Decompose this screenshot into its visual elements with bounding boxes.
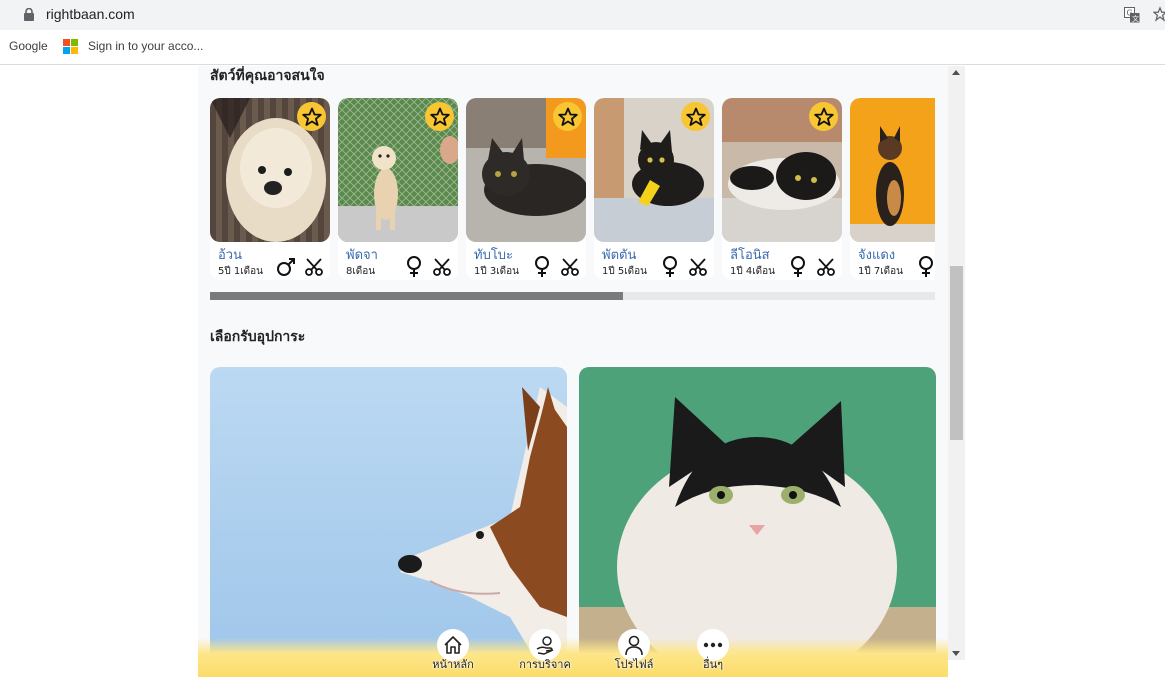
pet-card[interactable]: พัดจา 8เดือน	[338, 98, 458, 280]
bookmark-star-icon[interactable]	[1153, 6, 1165, 22]
pet-age: 1ปี 3เดือน	[474, 266, 520, 277]
svg-text:文: 文	[1132, 14, 1139, 23]
pet-name: อ้วน	[218, 248, 242, 263]
pet-card[interactable]: ลีโอนิส 1ปี 4เดือน	[722, 98, 842, 280]
star-icon	[429, 107, 450, 126]
nav-profile[interactable]: โปรไฟล์	[599, 629, 669, 677]
bookmarks-bar: Google Sign in to your acco...	[0, 30, 1165, 65]
female-icon	[535, 256, 549, 277]
nav-more[interactable]: อื่นๆ	[678, 629, 748, 677]
adopt-section-title: เลือกรับอุปการะ	[210, 329, 306, 345]
pet-photo	[466, 98, 586, 242]
carousel-scrollbar[interactable]	[210, 292, 935, 300]
female-icon	[407, 256, 421, 277]
nav-home[interactable]: หน้าหลัก	[418, 629, 488, 677]
pet-age: 8เดือน	[346, 266, 376, 277]
bookmark-google[interactable]: Google	[9, 39, 48, 53]
recommended-section-title: สัตว์ที่คุณอาจสนใจ	[210, 68, 325, 84]
pet-card[interactable]: พัตตัน 1ปี 5เดือน	[594, 98, 714, 280]
favorite-star-button[interactable]	[681, 102, 710, 131]
nav-more-label: อื่นๆ	[702, 658, 724, 671]
pet-photo	[210, 98, 330, 242]
pet-photo	[338, 98, 458, 242]
adopt-dog-banner[interactable]	[210, 367, 567, 667]
carousel-scrollbar-thumb[interactable]	[210, 292, 623, 300]
neutered-scissors-icon	[305, 258, 323, 276]
male-icon	[277, 258, 295, 276]
translate-icon[interactable]: G 文	[1124, 7, 1140, 23]
favorite-star-button[interactable]	[809, 102, 838, 131]
bottom-navigation: หน้าหลัก การบริจาค โปรไฟล์ อื่นๆ	[198, 629, 948, 677]
pet-card[interactable]: ทับโบะ 1ปี 3เดือน	[466, 98, 586, 280]
pet-name: พัดจา	[346, 248, 378, 263]
nav-home-label: หน้าหลัก	[432, 658, 474, 671]
favorite-star-button[interactable]	[553, 102, 582, 131]
address-bar[interactable]	[10, 2, 1150, 28]
pet-age: 1ปี 7เดือน	[858, 266, 904, 277]
star-icon	[813, 107, 834, 126]
neutered-scissors-icon	[817, 258, 835, 276]
neutered-scissors-icon	[689, 258, 707, 276]
neutered-scissors-icon	[561, 258, 579, 276]
page-content: สัตว์ที่คุณอาจสนใจ อ้วน 5ปี 1เดือน พัดจา…	[198, 66, 948, 677]
pet-card-carousel[interactable]: อ้วน 5ปี 1เดือน พัดจา 8เดือน ทับโบะ 1ปี …	[210, 98, 935, 284]
favorite-star-button[interactable]	[425, 102, 454, 131]
pet-age: 1ปี 4เดือน	[730, 266, 776, 277]
nav-donate[interactable]: การบริจาค	[510, 629, 580, 677]
female-icon	[791, 256, 805, 277]
pet-age: 5ปี 1เดือน	[218, 266, 264, 277]
neutered-scissors-icon	[433, 258, 451, 276]
nav-donate-label: การบริจาค	[519, 658, 571, 671]
url-text[interactable]: rightbaan.com	[46, 6, 135, 22]
star-icon	[685, 107, 706, 126]
pet-name: ทับโบะ	[474, 248, 514, 263]
scroll-up-arrow-icon[interactable]	[952, 70, 960, 75]
pet-age: 1ปี 5เดือน	[602, 266, 648, 277]
adopt-cat-banner[interactable]	[579, 367, 936, 667]
page-scrollbar[interactable]	[948, 66, 965, 660]
bookmark-sign-in[interactable]: Sign in to your acco...	[88, 39, 203, 53]
pet-photo	[850, 98, 935, 242]
pet-photo	[594, 98, 714, 242]
pet-name: ลีโอนิส	[730, 248, 770, 263]
pet-name: พัตตัน	[602, 248, 637, 263]
favorite-star-button[interactable]	[297, 102, 326, 131]
browser-toolbar: rightbaan.com G 文	[0, 0, 1165, 30]
page-scrollbar-thumb[interactable]	[950, 266, 963, 440]
star-icon	[557, 107, 578, 126]
page-viewport: สัตว์ที่คุณอาจสนใจ อ้วน 5ปี 1เดือน พัดจา…	[0, 66, 1165, 677]
pet-card[interactable]: จังแดง 1ปี 7เดือน	[850, 98, 935, 280]
star-icon	[301, 107, 322, 126]
lock-icon	[24, 8, 34, 21]
nav-profile-label: โปรไฟล์	[614, 658, 654, 671]
pet-card[interactable]: อ้วน 5ปี 1เดือน	[210, 98, 330, 280]
microsoft-logo-icon	[63, 39, 78, 54]
scroll-down-arrow-icon[interactable]	[952, 651, 960, 656]
female-icon	[919, 256, 933, 277]
pet-name: จังแดง	[858, 248, 896, 263]
female-icon	[663, 256, 677, 277]
pet-photo	[722, 98, 842, 242]
